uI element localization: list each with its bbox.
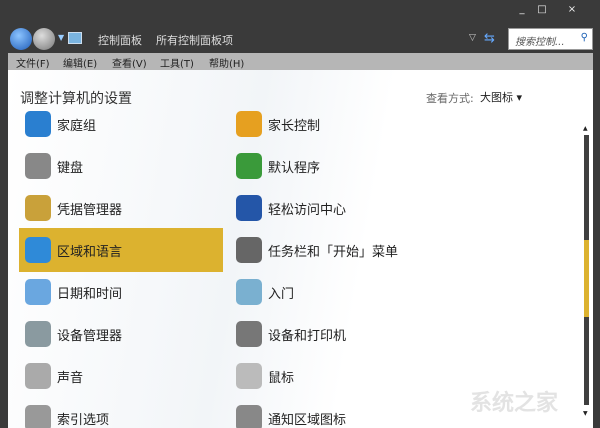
item-icon (25, 405, 51, 428)
history-dropdown-icon[interactable]: ▼ (58, 33, 64, 42)
control-panel-item[interactable]: 通知区域图标 (230, 396, 434, 428)
minimize-button[interactable]: _ (512, 4, 532, 15)
item-icon (236, 111, 262, 137)
control-panel-item[interactable]: 任务栏和「开始」菜单 (230, 228, 434, 272)
menu-file[interactable]: 文件(F) (16, 55, 50, 70)
item-label: 凭据管理器 (57, 203, 123, 218)
control-panel-item[interactable]: 鼠标 (230, 354, 434, 398)
scrollbar-thumb[interactable] (584, 240, 589, 317)
search-icon[interactable]: ⚲ (581, 32, 588, 43)
item-icon (236, 195, 262, 221)
menu-help[interactable]: 帮助(H) (209, 55, 244, 70)
item-label: 设备和打印机 (268, 329, 347, 344)
control-panel-item[interactable]: 设备和打印机 (230, 312, 434, 356)
item-icon (25, 111, 51, 137)
item-label: 家庭组 (57, 119, 97, 134)
menu-edit[interactable]: 编辑(E) (63, 55, 97, 70)
item-label: 通知区域图标 (268, 413, 347, 428)
menu-tools[interactable]: 工具(T) (160, 55, 194, 70)
item-icon (25, 279, 51, 305)
maximize-button[interactable]: □ (532, 4, 552, 15)
item-icon (236, 321, 262, 347)
close-button[interactable]: × (562, 4, 582, 15)
control-panel-item[interactable]: 凭据管理器 (19, 186, 223, 230)
item-icon (25, 237, 51, 263)
control-panel-item[interactable]: 家长控制 (230, 102, 434, 146)
item-icon (236, 153, 262, 179)
item-label: 索引选项 (57, 413, 110, 428)
item-label: 声音 (57, 371, 84, 386)
control-panel-item[interactable]: 键盘 (19, 144, 223, 188)
item-icon (25, 321, 51, 347)
item-label: 默认程序 (268, 161, 321, 176)
menu-view[interactable]: 查看(V) (112, 55, 147, 70)
forward-button[interactable] (33, 28, 55, 50)
item-icon (25, 363, 51, 389)
control-panel-item[interactable]: 日期和时间 (19, 270, 223, 314)
address-dropdown-icon[interactable]: ▽ (469, 33, 476, 43)
item-label: 家长控制 (268, 119, 321, 134)
navigation-bar: ▼ 控制面板 所有控制面板项 ▽ ⇆ (8, 28, 593, 52)
control-panel-item[interactable]: 声音 (19, 354, 223, 398)
item-label: 设备管理器 (57, 329, 123, 344)
item-label: 键盘 (57, 161, 84, 176)
item-label: 日期和时间 (57, 287, 123, 302)
control-panel-item[interactable]: 家庭组 (19, 102, 223, 146)
item-icon (25, 195, 51, 221)
item-icon (236, 405, 262, 428)
search-input[interactable]: 搜索控制... ⚲ (508, 28, 593, 50)
control-panel-item[interactable]: 入门 (230, 270, 434, 314)
item-icon (236, 237, 262, 263)
item-icon (25, 153, 51, 179)
watermark: 系统之家 (470, 391, 559, 416)
back-button[interactable] (10, 28, 32, 50)
view-by-dropdown[interactable]: 大图标 ▾ (480, 89, 522, 105)
menu-bar: 文件(F) 编辑(E) 查看(V) 工具(T) 帮助(H) (8, 53, 593, 70)
item-label: 入门 (268, 287, 295, 302)
item-icon (236, 363, 262, 389)
control-panel-item[interactable]: 设备管理器 (19, 312, 223, 356)
item-icon (236, 279, 262, 305)
control-panel-icon (68, 32, 82, 44)
scroll-up-arrow[interactable]: ▲ (583, 125, 588, 132)
control-panel-item[interactable]: 区域和语言 (19, 228, 223, 272)
breadcrumb-all-items[interactable]: 所有控制面板项 (156, 32, 233, 48)
control-panel-item[interactable]: 默认程序 (230, 144, 434, 188)
item-label: 轻松访问中心 (268, 203, 347, 218)
item-label: 鼠标 (268, 371, 295, 386)
control-panel-item[interactable]: 索引选项 (19, 396, 223, 428)
control-panel-item[interactable]: 轻松访问中心 (230, 186, 434, 230)
content-area: 调整计算机的设置 查看方式: 大图标 ▾ 家庭组 键盘 凭据管理器 区域和语言 日期和时… (8, 70, 593, 428)
item-label: 区域和语言 (57, 245, 123, 260)
item-label: 任务栏和「开始」菜单 (268, 245, 399, 260)
breadcrumb-control-panel[interactable]: 控制面板 (98, 32, 142, 48)
refresh-icon[interactable]: ⇆ (484, 31, 495, 46)
scroll-down-arrow[interactable]: ▼ (583, 410, 588, 417)
